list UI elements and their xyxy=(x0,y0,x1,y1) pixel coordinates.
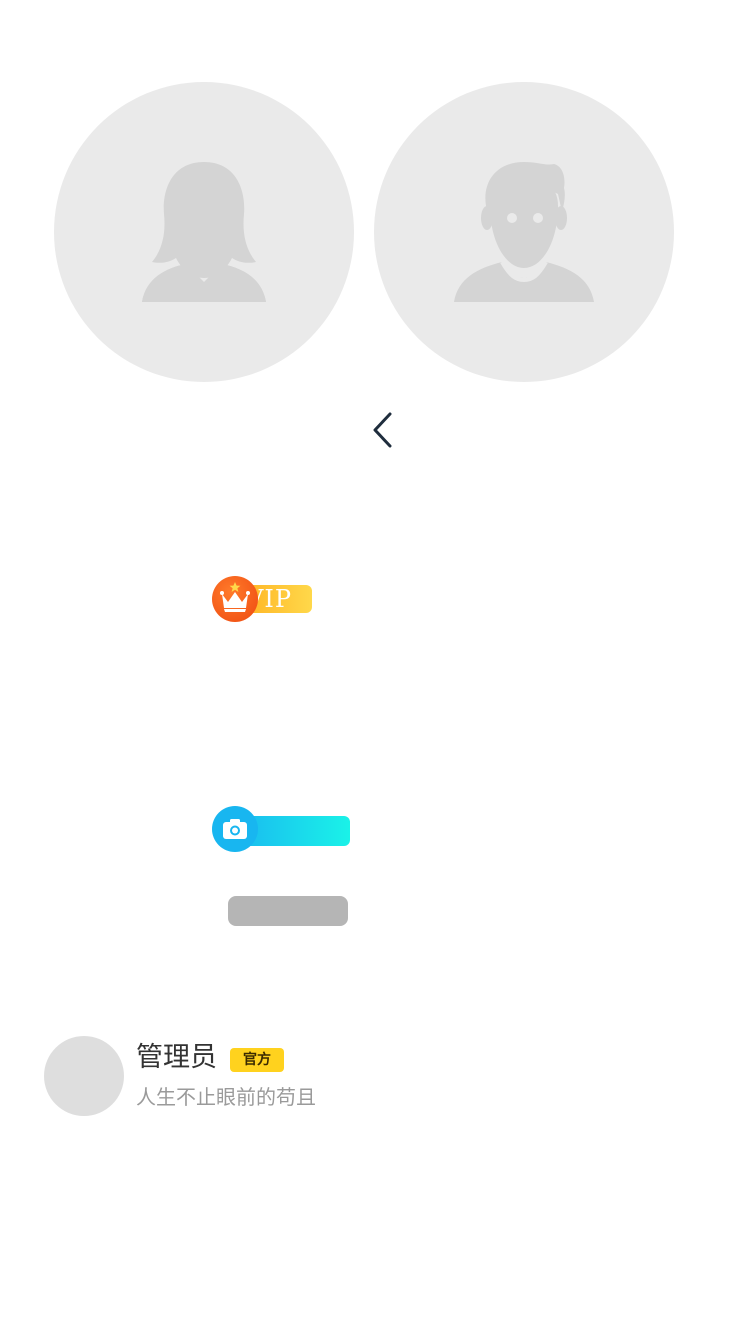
user-name: 管理员 xyxy=(136,1042,217,1073)
crown-badge xyxy=(212,576,258,622)
crown-icon xyxy=(220,582,250,612)
vip-badge: VIP xyxy=(212,576,312,622)
camera-circle xyxy=(212,806,258,852)
male-avatar-placeholder-icon xyxy=(454,162,594,302)
user-row[interactable]: 管理员 官方 人生不止眼前的苟且 xyxy=(44,1036,704,1116)
page: VIP 管理员 官方 人生不止眼前的苟且 xyxy=(0,0,750,1334)
avatar[interactable] xyxy=(44,1036,124,1116)
user-motto: 人生不止眼前的苟且 xyxy=(136,1085,316,1109)
chevron-left-icon[interactable] xyxy=(368,410,396,450)
female-avatar-placeholder[interactable] xyxy=(54,82,354,382)
camera-badge[interactable] xyxy=(212,806,350,852)
male-avatar-placeholder[interactable] xyxy=(374,82,674,382)
official-badge: 官方 xyxy=(230,1048,284,1072)
camera-icon xyxy=(223,819,247,839)
female-avatar-placeholder-icon xyxy=(142,162,266,302)
gray-placeholder-pill xyxy=(228,896,348,926)
